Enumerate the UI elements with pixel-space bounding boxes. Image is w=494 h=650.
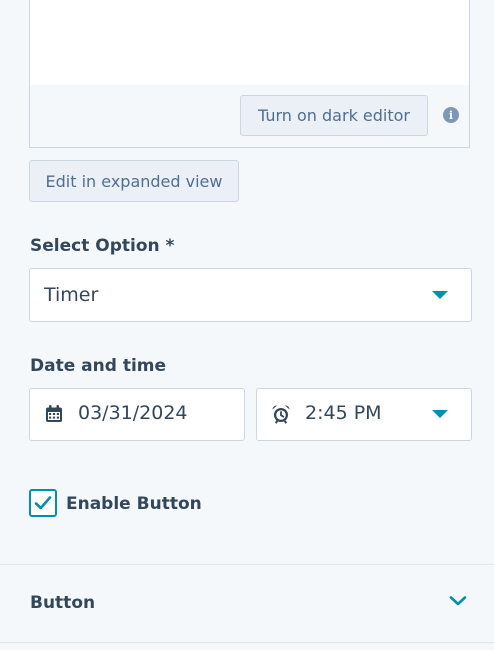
button-section-title: Button: [30, 593, 96, 613]
dropdown-caret-icon: [432, 410, 448, 418]
checkmark-icon: [34, 496, 52, 510]
button-section-header[interactable]: Button: [0, 565, 494, 642]
select-option-dropdown[interactable]: Timer: [29, 268, 472, 322]
date-input[interactable]: 03/31/2024: [29, 388, 245, 441]
dropdown-caret-icon: [432, 291, 448, 299]
edit-expanded-view-button[interactable]: Edit in expanded view: [29, 160, 239, 202]
time-dropdown[interactable]: 2:45 PM: [256, 388, 472, 441]
code-editor-area[interactable]: [30, 0, 469, 86]
info-icon[interactable]: i: [443, 107, 459, 123]
alarm-clock-icon: [272, 405, 290, 424]
enable-button-checkbox[interactable]: [29, 489, 57, 517]
dark-editor-button-label: Turn on dark editor: [258, 106, 410, 125]
code-editor: Turn on dark editor i: [29, 0, 470, 148]
date-value: 03/31/2024: [78, 402, 188, 424]
date-time-label: Date and time: [30, 356, 167, 376]
enable-button-label[interactable]: Enable Button: [66, 494, 202, 514]
calendar-icon: [46, 405, 62, 422]
select-option-label: Select Option *: [30, 236, 175, 256]
chevron-down-icon[interactable]: [449, 595, 467, 607]
select-option-value: Timer: [44, 284, 99, 306]
edit-expanded-view-label: Edit in expanded view: [45, 171, 223, 191]
dark-editor-button[interactable]: Turn on dark editor: [240, 95, 428, 136]
time-value: 2:45 PM: [305, 402, 382, 424]
code-editor-footer: Turn on dark editor i: [30, 85, 469, 147]
section-divider: [0, 642, 494, 643]
